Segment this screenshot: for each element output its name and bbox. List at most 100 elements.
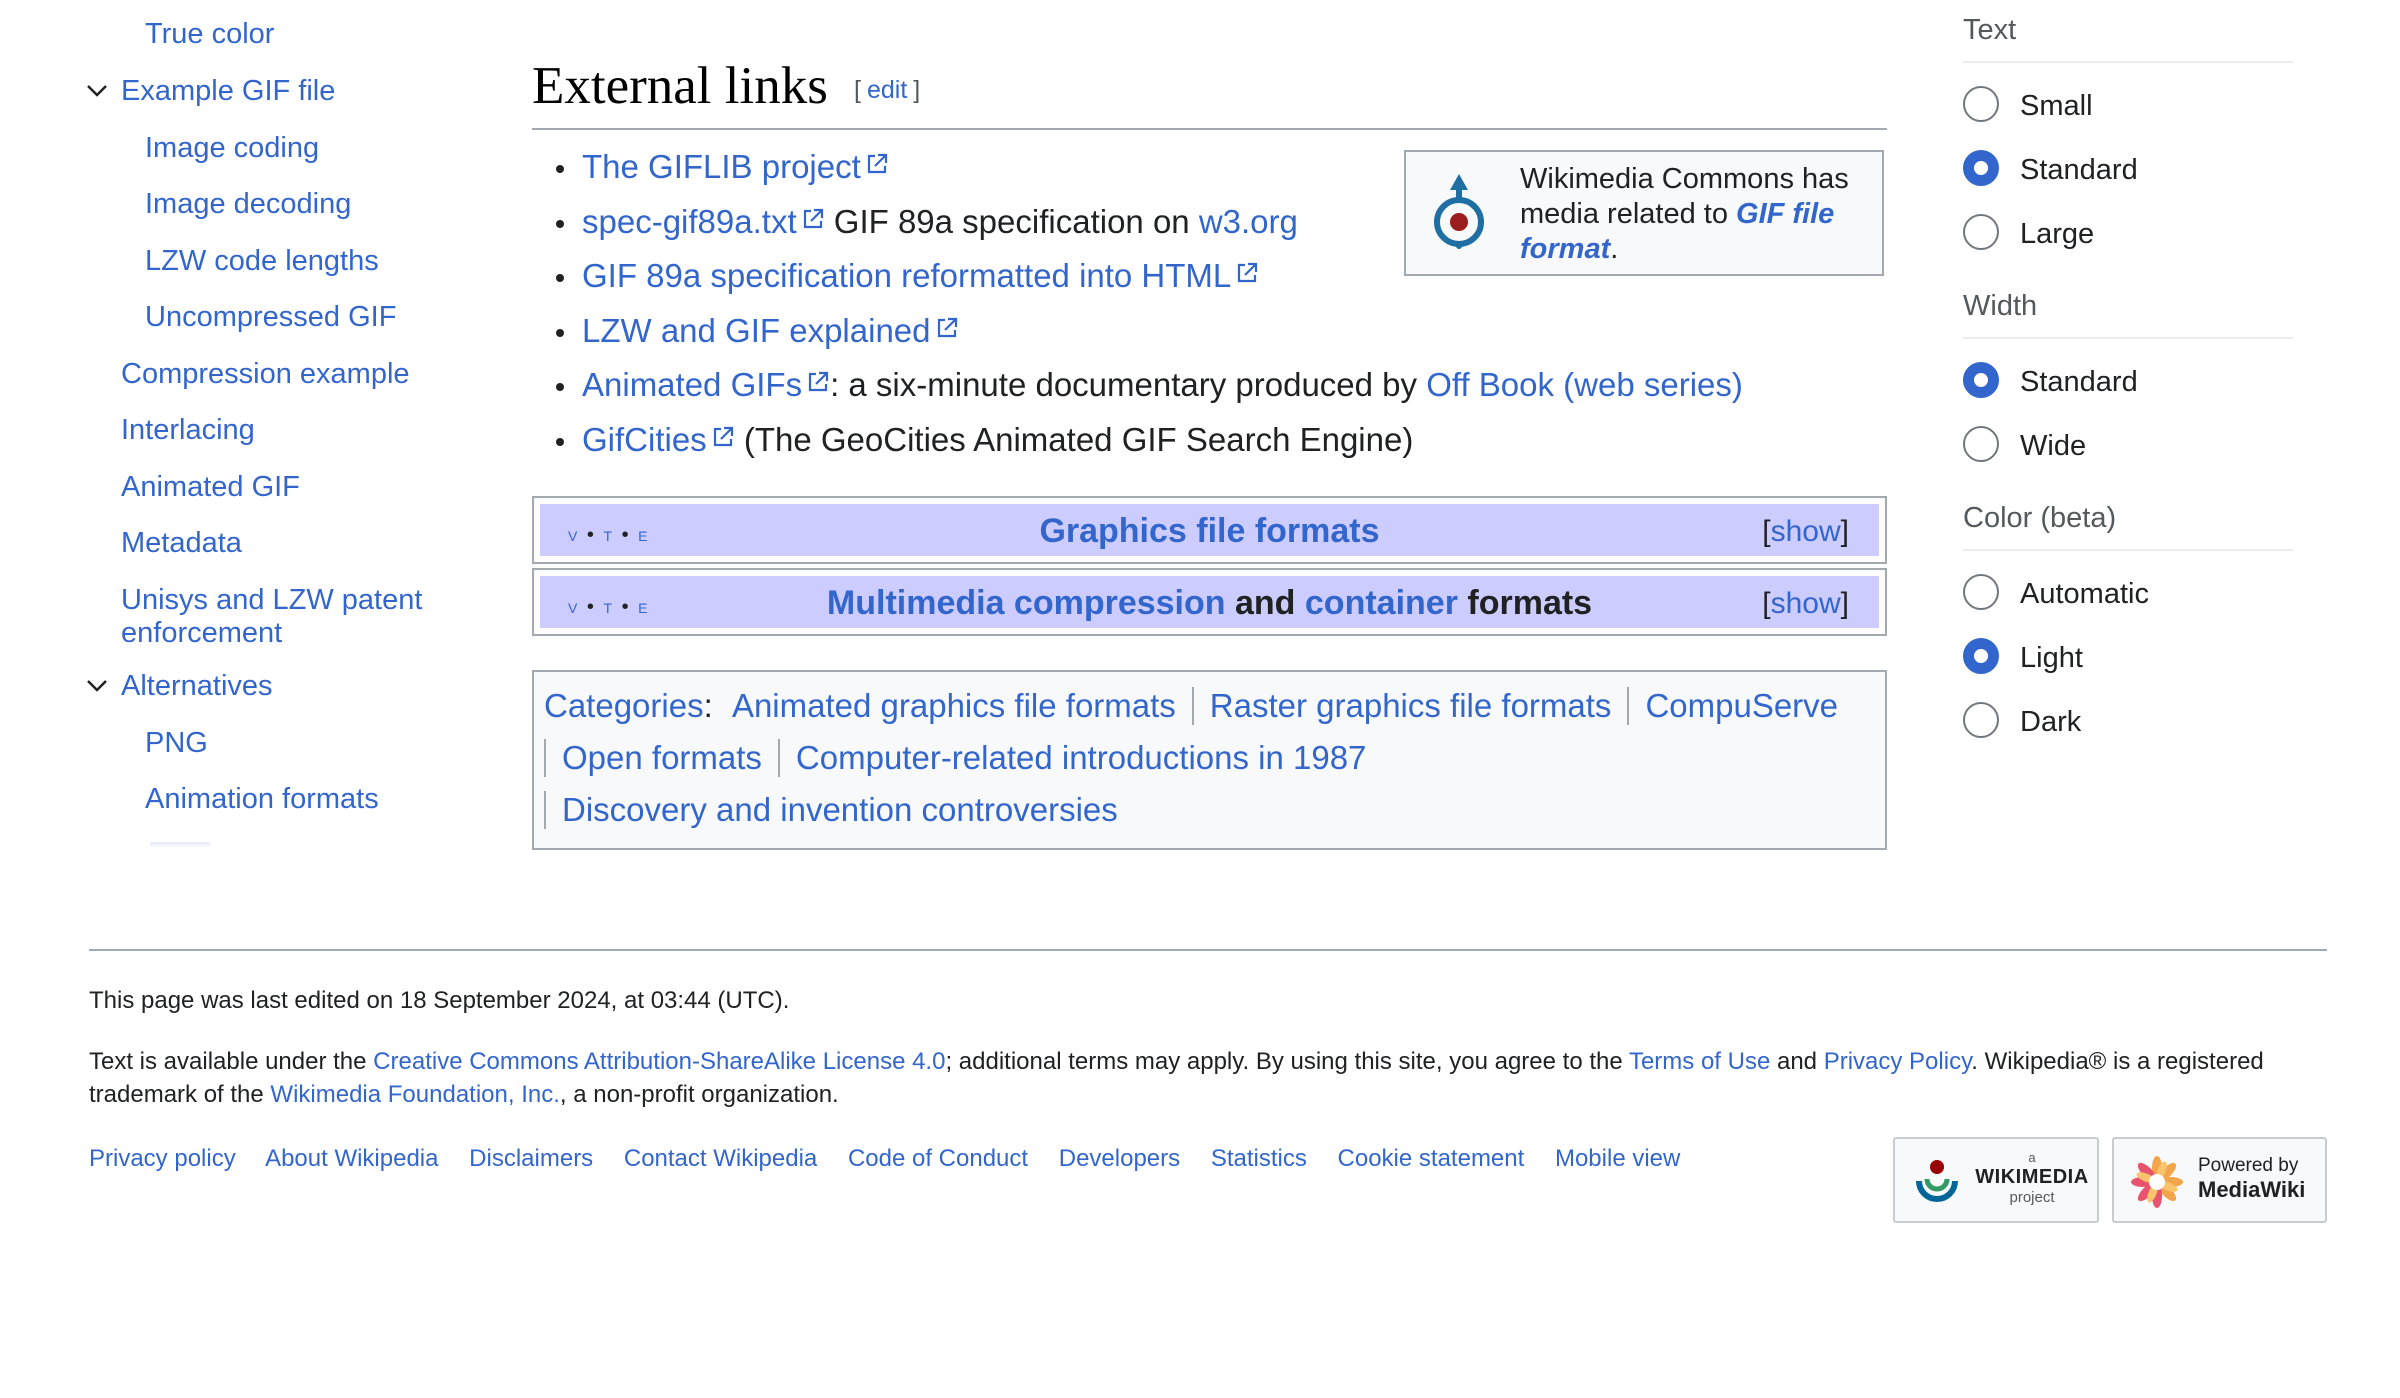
navbox-toggle: [show] <box>1762 515 1849 548</box>
section-heading: External links [edit] <box>532 54 1887 130</box>
toc-item-image-decoding[interactable]: Image decoding <box>145 188 445 221</box>
wikimedia-project-badge[interactable]: a WIKIMEDIA project <box>1893 1137 2099 1223</box>
navbox-title-bar: v • t • e Graphics file formats [show] <box>540 504 1879 556</box>
width-heading: Width <box>1963 290 2293 339</box>
category-link[interactable]: CompuServe <box>1645 687 1838 724</box>
category-line: Categories: Animated graphics file forma… <box>544 687 1839 725</box>
section-title: External links <box>532 57 828 115</box>
radio-button-selected[interactable] <box>1963 362 1999 398</box>
category-link[interactable]: Computer-related introductions in 1987 <box>796 739 1367 776</box>
text-size-heading: Text <box>1963 14 2293 63</box>
external-link[interactable]: GifCities <box>582 421 707 458</box>
list-item: Animated GIFs: a six-minute documentary … <box>532 358 1832 413</box>
navbox-title-link[interactable]: Graphics file formats <box>1039 512 1379 550</box>
chevron-down-icon[interactable] <box>84 77 110 103</box>
powered-by-mediawiki-badge[interactable]: Powered by MediaWiki <box>2112 1137 2327 1223</box>
toc-item-animation-formats[interactable]: Animation formats <box>145 783 445 816</box>
toc-item-unisys-lzw-patent[interactable]: Unisys and LZW patent enforcement <box>121 584 441 650</box>
wikimedia-foundation-link[interactable]: Wikimedia Foundation, Inc. <box>270 1081 559 1108</box>
external-link-icon <box>865 152 889 176</box>
toc-item-compression-example[interactable]: Compression example <box>121 358 441 391</box>
toc-item-interlacing[interactable]: Interlacing <box>121 414 441 447</box>
category-line: Open formats Computer-related introductio… <box>544 738 1366 778</box>
edit-link[interactable]: edit <box>861 76 913 104</box>
external-link-icon <box>1235 261 1259 285</box>
table-of-contents: True color Example GIF file Image coding… <box>0 0 470 860</box>
categories-label[interactable]: Categories <box>544 687 704 724</box>
navbox-graphics-file-formats: v • t • e Graphics file formats [show] <box>532 496 1887 564</box>
external-link[interactable]: The GIFLIB project <box>582 148 861 185</box>
cc-license-link[interactable]: Creative Commons Attribution-ShareAlike … <box>373 1048 945 1075</box>
commons-box: Wikimedia Commons has media related to G… <box>1404 150 1884 276</box>
toc-item-lzw-code-lengths[interactable]: LZW code lengths <box>145 245 445 278</box>
external-link[interactable]: Animated GIFs <box>582 366 802 403</box>
toc-item-png[interactable]: PNG <box>145 727 445 760</box>
external-link-icon <box>806 370 830 394</box>
footer-link-about[interactable]: About Wikipedia <box>265 1145 438 1172</box>
radio-button[interactable] <box>1963 214 1999 250</box>
navbox-title-link[interactable]: Multimedia compression <box>827 584 1226 622</box>
radio-button[interactable] <box>1963 426 1999 462</box>
show-button[interactable]: show <box>1771 515 1841 548</box>
external-link-icon <box>801 207 825 231</box>
toc-item-true-color[interactable]: True color <box>145 18 445 51</box>
external-link[interactable]: LZW and GIF explained <box>582 312 931 349</box>
external-link[interactable]: spec-gif89a.txt <box>582 203 797 240</box>
radio-button-selected[interactable] <box>1963 638 1999 674</box>
radio-button-selected[interactable] <box>1963 150 1999 186</box>
appearance-panel: Text Small Standard Large Width Standard… <box>1963 0 2293 760</box>
category-link[interactable]: Animated graphics file formats <box>732 687 1176 724</box>
list-item: LZW and GIF explained <box>532 304 1832 359</box>
last-edited: This page was last edited on 18 Septembe… <box>89 987 790 1014</box>
commons-logo-icon[interactable] <box>1428 170 1490 256</box>
navbox-title-bar: v • t • e Multimedia compression and con… <box>540 576 1879 628</box>
section-edit: [edit] <box>854 76 921 104</box>
navbox-multimedia-compression: v • t • e Multimedia compression and con… <box>532 568 1887 636</box>
mediawiki-badge-text: Powered by MediaWiki <box>2198 1155 2306 1202</box>
radio-button[interactable] <box>1963 86 1999 122</box>
footer-link-code-of-conduct[interactable]: Code of Conduct <box>848 1145 1028 1172</box>
page-footer: This page was last edited on 18 Septembe… <box>89 949 2327 1223</box>
navbox-title-link[interactable]: container <box>1305 584 1458 622</box>
footer-link-mobile-view[interactable]: Mobile view <box>1555 1145 1680 1172</box>
commons-text: Wikimedia Commons has media related to G… <box>1520 163 1849 265</box>
toc-scroll-fade <box>150 842 210 848</box>
category-link[interactable]: Open formats <box>562 739 762 776</box>
radio-button[interactable] <box>1963 702 1999 738</box>
toc-item-alternatives[interactable]: Alternatives <box>121 670 441 703</box>
main-content: External links [edit] The GIFLIB project… <box>532 0 1892 900</box>
footer-links: Privacy policy About Wikipedia Disclaime… <box>89 1145 1704 1173</box>
footer-link-statistics[interactable]: Statistics <box>1211 1145 1307 1172</box>
off-book-link[interactable]: Off Book (web series) <box>1426 366 1743 403</box>
external-link-icon <box>935 316 959 340</box>
list-item: GifCities (The GeoCities Animated GIF Se… <box>532 413 1832 468</box>
footer-link-developers[interactable]: Developers <box>1059 1145 1180 1172</box>
toc-item-image-coding[interactable]: Image coding <box>145 132 445 165</box>
footer-link-cookie-statement[interactable]: Cookie statement <box>1338 1145 1525 1172</box>
privacy-policy-link[interactable]: Privacy Policy <box>1824 1048 1972 1075</box>
terms-of-use-link[interactable]: Terms of Use <box>1629 1048 1770 1075</box>
category-link[interactable]: Raster graphics file formats <box>1210 687 1612 724</box>
wikimedia-badge-text: a WIKIMEDIA project <box>1975 1150 2089 1207</box>
toc-item-animated-gif[interactable]: Animated GIF <box>121 471 441 504</box>
toc-item-uncompressed-gif[interactable]: Uncompressed GIF <box>145 301 445 334</box>
category-links: Categories: Animated graphics file forma… <box>532 670 1887 850</box>
footer-link-privacy-policy[interactable]: Privacy policy <box>89 1145 236 1172</box>
toc-item-example-gif-file[interactable]: Example GIF file <box>121 75 441 108</box>
external-link-icon <box>711 425 735 449</box>
footer-link-contact[interactable]: Contact Wikipedia <box>624 1145 817 1172</box>
color-heading: Color (beta) <box>1963 502 2293 551</box>
license-text: Text is available under the Creative Com… <box>89 1048 2264 1108</box>
external-link[interactable]: GIF 89a specification reformatted into H… <box>582 257 1231 294</box>
show-button[interactable]: show <box>1771 587 1841 620</box>
w3-link[interactable]: w3.org <box>1199 203 1298 240</box>
navbox-title: Graphics file formats <box>540 510 1879 552</box>
mediawiki-logo-icon <box>2130 1155 2184 1209</box>
radio-button[interactable] <box>1963 574 1999 610</box>
toc-item-metadata[interactable]: Metadata <box>121 527 441 560</box>
wikimedia-logo-icon <box>1913 1157 1961 1205</box>
category-link[interactable]: Discovery and invention controversies <box>562 791 1118 828</box>
chevron-down-icon[interactable] <box>84 672 110 698</box>
navbox-title: Multimedia compression and container for… <box>826 584 1593 622</box>
footer-link-disclaimers[interactable]: Disclaimers <box>469 1145 593 1172</box>
